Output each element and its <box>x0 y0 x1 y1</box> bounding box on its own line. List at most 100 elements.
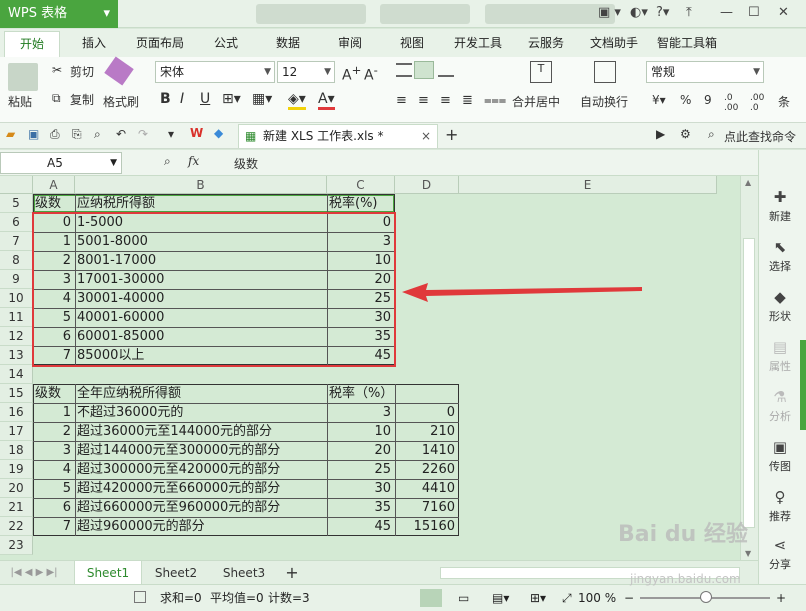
cube-icon[interactable]: ◆ <box>214 126 223 140</box>
table2-cell[interactable]: 4 <box>33 460 73 479</box>
table2-cell[interactable]: 7 <box>33 517 73 536</box>
tab-view[interactable]: 视图 <box>386 29 438 57</box>
format-painter-button[interactable]: 格式刷 <box>103 93 139 110</box>
vertical-scrollbar[interactable]: ▲ ▼ <box>740 176 758 560</box>
justify-icon[interactable]: ≣ <box>462 93 473 108</box>
table2-cell[interactable]: 3 <box>33 441 73 460</box>
align-top-icon[interactable] <box>396 63 412 77</box>
percent-button[interactable]: % <box>680 93 691 107</box>
merge-center-button[interactable]: 合并居中 <box>512 93 560 110</box>
app-menu-button[interactable]: WPS 表格 ▾ <box>0 0 118 28</box>
table1-header-cell[interactable]: 级数 <box>33 194 75 213</box>
minimize-button[interactable]: — <box>720 5 733 20</box>
column-header-a[interactable]: A <box>33 176 75 194</box>
table1-header-cell[interactable]: 税率(%) <box>327 194 395 213</box>
redo-icon[interactable]: ↷ <box>138 127 148 141</box>
row-header[interactable]: 5 <box>0 194 33 213</box>
decrease-decimal-icon[interactable]: .00.0 <box>750 93 764 113</box>
table2-cell[interactable]: 15160 <box>395 517 457 536</box>
search-icon[interactable]: ⌕ <box>708 127 715 142</box>
table2-cell[interactable]: 超过300000元至420000元的部分 <box>75 460 325 479</box>
reading-view-icon[interactable]: ⊞▾ <box>530 585 546 611</box>
tab-cloud[interactable]: 云服务 <box>518 29 574 57</box>
table2-cell[interactable]: 2 <box>33 422 73 441</box>
row-header[interactable]: 9 <box>0 270 33 289</box>
page-layout-view-icon[interactable]: ▭ <box>458 585 469 611</box>
fx-button[interactable]: fx <box>188 154 199 168</box>
theme-icon[interactable]: ◐▾ <box>630 5 648 20</box>
tab-developer[interactable]: 开发工具 <box>446 29 510 57</box>
add-sheet-button[interactable]: + <box>280 561 304 585</box>
format-painter-icon[interactable] <box>104 56 134 86</box>
merge-icon[interactable]: T <box>530 61 552 83</box>
tab-formula[interactable]: 公式 <box>200 29 252 57</box>
table2-cell[interactable]: 35 <box>327 498 393 517</box>
column-header-e[interactable]: E <box>459 176 717 194</box>
table2-cell[interactable]: 3 <box>327 403 393 422</box>
panel-select[interactable]: ⬉ 选择 <box>759 238 801 274</box>
zoom-slider-thumb[interactable] <box>700 591 712 603</box>
table2-cell[interactable]: 25 <box>327 460 393 479</box>
row-header[interactable]: 18 <box>0 441 33 460</box>
tab-doc-assistant[interactable]: 文档助手 <box>580 29 648 57</box>
column-header-c[interactable]: C <box>327 176 395 194</box>
table2-header-cell[interactable]: 级数 <box>33 384 75 403</box>
copy-icon[interactable]: ⧉ <box>52 91 61 106</box>
fill-color-icon[interactable]: ◈▾ <box>288 91 306 110</box>
play-icon[interactable]: ▶ <box>656 127 665 141</box>
tab-smart-toolbox[interactable]: 智能工具箱 <box>650 29 724 57</box>
increase-decimal-icon[interactable]: .0.00 <box>724 93 738 113</box>
tab-page-layout[interactable]: 页面布局 <box>128 29 192 57</box>
zoom-lookup-icon[interactable]: ⌕ <box>164 154 171 169</box>
spreadsheet-grid[interactable]: A B C D E 5 6 7 8 9 10 11 12 13 14 15 16 17 18 19 20 21 2… <box>0 176 740 560</box>
distribute-icon[interactable]: ⩶ <box>484 93 506 108</box>
row-header[interactable]: 10 <box>0 289 33 308</box>
row-header[interactable]: 6 <box>0 213 33 232</box>
tab-data[interactable]: 数据 <box>262 29 314 57</box>
table2-cell[interactable]: 210 <box>395 422 457 441</box>
table2-cell[interactable]: 超过660000元至960000元的部分 <box>75 498 325 517</box>
font-size-select[interactable]: 12 ▼ <box>277 61 335 83</box>
panel-analysis[interactable]: ⚗ 分析 <box>759 388 801 424</box>
wrap-icon[interactable] <box>594 61 616 83</box>
paste-button[interactable]: 粘贴 <box>8 93 32 110</box>
row-header[interactable]: 19 <box>0 460 33 479</box>
scroll-up-icon[interactable]: ▲ <box>745 178 751 187</box>
new-tab-button[interactable]: + <box>445 125 458 144</box>
zoom-out-button[interactable]: − <box>624 585 634 611</box>
align-bottom-icon[interactable] <box>438 63 454 77</box>
close-tab-icon[interactable]: × <box>421 125 431 147</box>
table2-cell[interactable]: 超过144000元至300000元的部分 <box>75 441 325 460</box>
row-header[interactable]: 16 <box>0 403 33 422</box>
sheet-tab-1[interactable]: Sheet1 <box>74 561 142 585</box>
row-header[interactable]: 23 <box>0 536 33 555</box>
preview-icon[interactable]: ⌕ <box>94 127 101 142</box>
row-header[interactable]: 8 <box>0 251 33 270</box>
select-all-corner[interactable] <box>0 176 33 194</box>
row-header[interactable]: 15 <box>0 384 33 403</box>
align-right-icon[interactable]: ≡ <box>440 93 451 108</box>
panel-share[interactable]: ⋖ 分享 <box>759 536 801 572</box>
table2-cell[interactable]: 4410 <box>395 479 457 498</box>
table2-cell[interactable]: 超过960000元的部分 <box>75 517 325 536</box>
page-break-view-icon[interactable]: ▤▾ <box>492 585 509 611</box>
close-button[interactable]: ✕ <box>778 5 789 20</box>
print-preview-icon[interactable]: ⎙ <box>50 127 60 142</box>
formula-input[interactable]: 级数 <box>234 155 258 172</box>
table2-cell[interactable]: 超过36000元至144000元的部分 <box>75 422 325 441</box>
table2-cell[interactable]: 30 <box>327 479 393 498</box>
zoom-level[interactable]: 100 % <box>578 585 616 611</box>
row-header[interactable]: 11 <box>0 308 33 327</box>
table2-cell[interactable]: 10 <box>327 422 393 441</box>
row-header[interactable]: 22 <box>0 517 33 536</box>
row-header[interactable]: 7 <box>0 232 33 251</box>
table2-cell[interactable]: 1 <box>33 403 73 422</box>
underline-button[interactable]: U <box>200 91 210 107</box>
scroll-down-icon[interactable]: ▼ <box>745 549 751 558</box>
shrink-font-icon[interactable]: A- <box>364 63 378 84</box>
restore-ribbon-icon[interactable]: ⤒ <box>686 5 692 20</box>
full-screen-icon[interactable]: ⤢ <box>562 585 572 611</box>
help-icon[interactable]: ?▾ <box>656 5 669 20</box>
table2-header-cell[interactable]: 全年应纳税所得额 <box>75 384 327 403</box>
align-left-icon[interactable]: ≡ <box>396 93 407 108</box>
